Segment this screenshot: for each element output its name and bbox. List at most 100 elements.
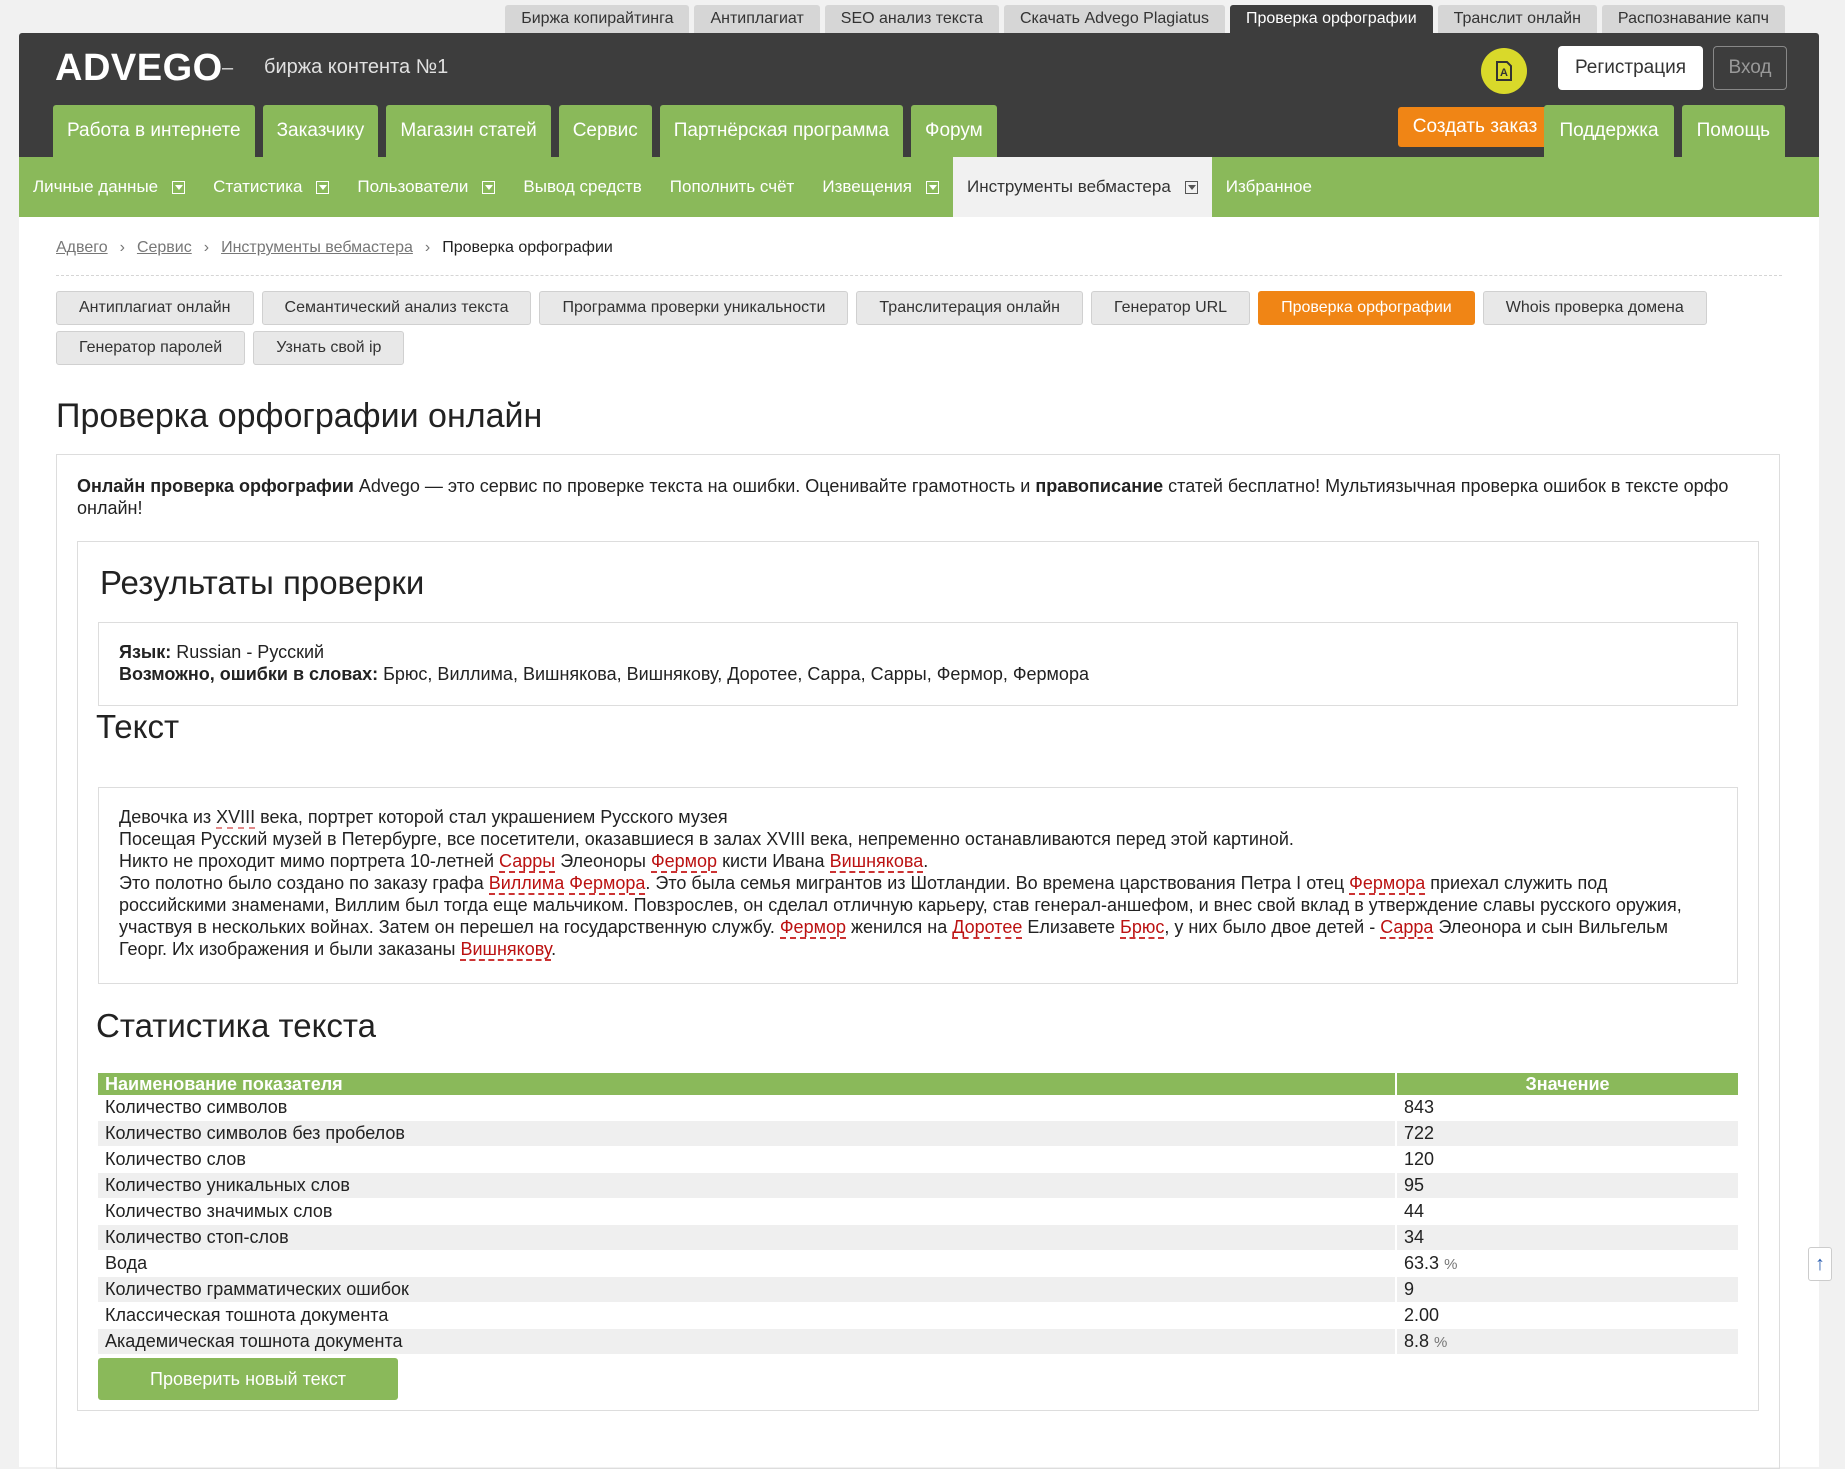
service-tab[interactable]: Скачать Advego Plagiatus: [1004, 5, 1225, 33]
misspelled-word[interactable]: Доротее: [952, 917, 1023, 939]
sub-nav-item[interactable]: Пополнить счёт: [656, 157, 809, 217]
misspelled-word[interactable]: Фермора: [569, 873, 646, 895]
main-nav-item[interactable]: Заказчику: [262, 105, 379, 157]
check-new-text-button[interactable]: Проверить новый текст: [98, 1358, 398, 1400]
text-segment: женился на: [845, 917, 953, 937]
stat-name: Количество грамматических ошибок: [98, 1276, 1396, 1303]
dropdown-icon[interactable]: [926, 180, 939, 194]
sub-nav-label: Инструменты вебмастера: [967, 177, 1171, 196]
sub-nav-label: Извещения: [822, 177, 912, 196]
stat-value: 722: [1395, 1120, 1738, 1147]
errors-label: Возможно, ошибки в словах:: [119, 664, 379, 684]
sub-nav-item[interactable]: Избранное: [1212, 157, 1326, 217]
stat-value: 9: [1395, 1276, 1738, 1303]
tool-button[interactable]: Антиплагиат онлайн: [56, 291, 254, 325]
sub-nav-label: Статистика: [213, 177, 303, 196]
register-button[interactable]: Регистрация: [1558, 46, 1703, 90]
intro-bold-2: правописание: [1035, 476, 1164, 496]
sub-nav-item[interactable]: Личные данные: [19, 157, 199, 217]
main-nav-item[interactable]: Партнёрская программа: [659, 105, 904, 157]
advego-a-icon[interactable]: A: [1481, 48, 1527, 94]
col-value-header: Значение: [1395, 1073, 1738, 1095]
stat-name: Вода: [98, 1250, 1396, 1277]
tool-button[interactable]: Транслитерация онлайн: [856, 291, 1083, 325]
main-nav-item[interactable]: Работа в интернете: [53, 105, 255, 157]
service-tab[interactable]: Транслит онлайн: [1437, 5, 1597, 33]
stat-number: 843: [1404, 1097, 1435, 1117]
text-segment: века, портрет которой стал украшением Ру…: [255, 807, 728, 827]
breadcrumb-link[interactable]: Адвего: [56, 239, 108, 257]
language-box: Язык: Russian - Русский Возможно, ошибки…: [98, 622, 1738, 706]
login-button[interactable]: Вход: [1713, 46, 1787, 90]
create-order-button[interactable]: Создать заказ: [1398, 107, 1552, 147]
stat-name: Количество символов без пробелов: [98, 1120, 1396, 1147]
breadcrumb-link[interactable]: Сервис: [137, 239, 192, 257]
misspelled-word[interactable]: Сарры: [499, 851, 556, 873]
page-title: Проверка орфографии онлайн: [56, 397, 543, 435]
right-nav-item[interactable]: Поддержка: [1544, 105, 1674, 157]
service-tab[interactable]: Биржа копирайтинга: [505, 5, 690, 33]
tool-button[interactable]: Узнать свой ip: [253, 331, 405, 365]
dropdown-icon[interactable]: [172, 180, 186, 194]
tool-button[interactable]: Проверка орфографии: [1258, 291, 1475, 325]
sub-nav-item[interactable]: Инструменты вебмастера: [953, 157, 1212, 217]
right-nav-item[interactable]: Помощь: [1681, 105, 1785, 157]
table-row: Количество символов без пробелов 722: [98, 1120, 1738, 1147]
main-nav: Работа в интернете Заказчику Магазин стате…: [53, 105, 997, 157]
service-tab[interactable]: Проверка орфографии: [1229, 5, 1433, 33]
stat-value: 8.8 %: [1395, 1328, 1738, 1355]
misspelled-word[interactable]: Брюс: [1120, 917, 1165, 939]
sub-nav-item[interactable]: Статистика: [199, 157, 343, 217]
misspelled-word[interactable]: Фермора: [1349, 873, 1426, 895]
misspelled-word[interactable]: Вишнякову: [460, 939, 552, 961]
dropdown-icon[interactable]: [1184, 180, 1198, 194]
misspelled-word[interactable]: Виллима: [488, 873, 565, 895]
stat-number: 722: [1404, 1123, 1435, 1143]
main-box: Онлайн проверка орфографии Advego — это …: [56, 454, 1780, 1469]
stat-number: 34: [1404, 1227, 1425, 1247]
service-tab[interactable]: Распознавание капч: [1601, 5, 1785, 33]
stat-name: Количество слов: [98, 1146, 1396, 1173]
stat-number: 63.3: [1404, 1253, 1440, 1273]
stats-table: Наименование показателя Значение Количес…: [98, 1073, 1738, 1355]
breadcrumb-separator: ›: [203, 239, 210, 256]
tool-button[interactable]: Whois проверка домена: [1482, 291, 1707, 325]
dropdown-icon[interactable]: [482, 180, 496, 194]
main-nav-item[interactable]: Магазин статей: [386, 105, 551, 157]
logo-dash: –: [222, 57, 234, 79]
scroll-up-icon[interactable]: ↑: [1808, 1247, 1832, 1281]
tool-button[interactable]: Генератор паролей: [56, 331, 246, 365]
logo[interactable]: ADVEGO: [55, 47, 223, 90]
stat-name: Количество стоп-слов: [98, 1224, 1396, 1251]
results-title: Результаты проверки: [100, 564, 425, 601]
misspelled-word[interactable]: Вишнякова: [829, 851, 924, 873]
svg-text:A: A: [1500, 67, 1508, 79]
stats-title: Статистика текста: [96, 1007, 376, 1044]
table-row: Классическая тошнота документа 2.00: [98, 1302, 1738, 1329]
tool-button[interactable]: Семантический анализ текста: [261, 291, 532, 325]
dropdown-icon[interactable]: [316, 180, 330, 194]
sub-nav-item[interactable]: Вывод средств: [509, 157, 655, 217]
main-nav-item[interactable]: Форум: [911, 105, 997, 157]
breadcrumb-link[interactable]: Инструменты вебмастера: [221, 239, 413, 257]
text-segment: .: [551, 939, 557, 959]
misspelled-word[interactable]: Сарра: [1380, 917, 1434, 939]
misspelled-word[interactable]: Фермор: [779, 917, 846, 939]
table-row: Количество грамматических ошибок 9: [98, 1276, 1738, 1303]
stats-header-row: Наименование показателя Значение: [98, 1073, 1738, 1095]
service-tab[interactable]: SEO анализ текста: [824, 5, 999, 33]
service-tabs: Биржа копирайтинга Антиплагиат SEO анализ …: [505, 5, 1785, 33]
sub-nav-item[interactable]: Пользователи: [343, 157, 509, 217]
main-nav-item[interactable]: Сервис: [558, 105, 652, 157]
misspelled-word[interactable]: Фермор: [650, 851, 718, 873]
stat-name: Классическая тошнота документа: [98, 1302, 1396, 1329]
sub-nav-label: Личные данные: [33, 177, 159, 196]
text-segment: Никто не проходит мимо портрета 10-летне…: [119, 851, 500, 871]
sub-nav-item[interactable]: Извещения: [808, 157, 953, 217]
sub-nav-label: Вывод средств: [523, 177, 642, 196]
site-header: ADVEGO – биржа контента №1 A Регистрация…: [19, 33, 1819, 157]
service-tab[interactable]: Антиплагиат: [694, 5, 820, 33]
text-segment: , у них было двое детей -: [1164, 917, 1381, 937]
tool-button[interactable]: Генератор URL: [1091, 291, 1251, 325]
tool-button[interactable]: Программа проверки уникальности: [539, 291, 849, 325]
